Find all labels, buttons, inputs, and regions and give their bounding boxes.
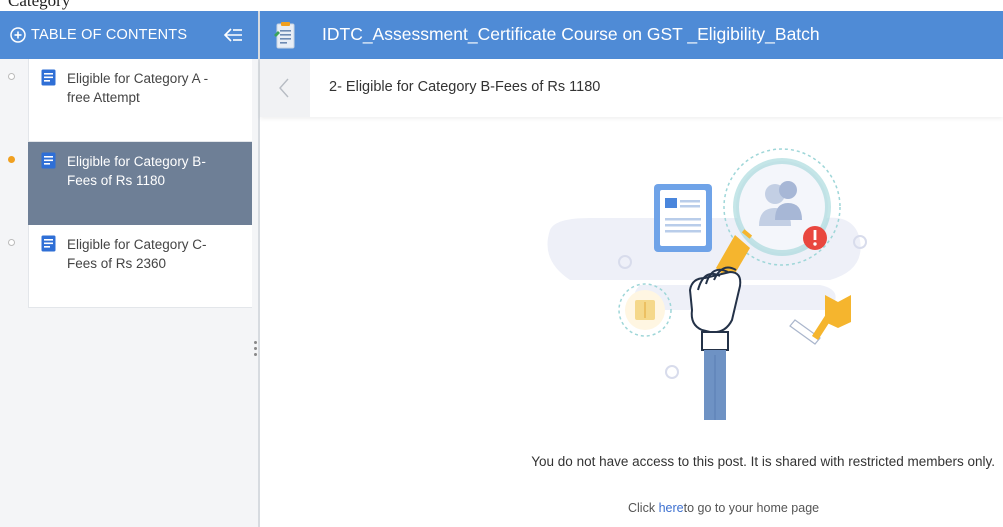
home-page-link[interactable]: here (659, 501, 684, 515)
chevron-left-icon (279, 78, 289, 98)
toc-item-label: Eligible for Category B-Fees of Rs 1180 (67, 154, 206, 188)
toc-list: Eligible for Category A -free Attempt El… (0, 59, 258, 308)
document-icon (41, 69, 56, 86)
home-hint-prefix: Click (628, 501, 659, 515)
toc-title: TABLE OF CONTENTS (31, 27, 188, 43)
home-hint-suffix: to go to your home page (683, 501, 820, 515)
restricted-access-message: You do not have access to this post. It … (531, 454, 995, 469)
toc-item-category-a[interactable]: Eligible for Category A -free Attempt (8, 59, 252, 142)
plus-circle-icon[interactable] (10, 27, 26, 43)
course-clipboard-icon (274, 22, 295, 49)
course-header: IDTC_Assessment_Certificate Course on GS… (260, 11, 1003, 59)
toc-bullet (8, 73, 15, 80)
toc-item-label: Eligible for Category A -free Attempt (67, 71, 209, 105)
collapse-sidebar-icon[interactable] (222, 24, 244, 46)
toc-bullet (8, 239, 15, 246)
toc-bullet-active (8, 156, 15, 163)
sidebar: TABLE OF CONTENTS Eligible for Category … (0, 11, 258, 527)
document-icon (41, 235, 56, 252)
toc-item-label: Eligible for Category C-Fees of Rs 2360 (67, 237, 207, 271)
toc-item-category-b[interactable]: Eligible for Category B-Fees of Rs 1180 (8, 142, 252, 225)
restricted-access-illustration (547, 148, 867, 420)
top-strip-text: Category (8, 0, 71, 10)
post-title-bar: 2- Eligible for Category B-Fees of Rs 11… (260, 59, 1003, 117)
document-icon (41, 152, 56, 169)
toc-item-category-c[interactable]: Eligible for Category C-Fees of Rs 2360 (8, 225, 252, 308)
back-button[interactable] (260, 59, 310, 117)
top-clipped-text: Category (0, 0, 1003, 11)
course-title: IDTC_Assessment_Certificate Course on GS… (322, 24, 820, 44)
sidebar-header: TABLE OF CONTENTS (0, 11, 258, 59)
post-title: 2- Eligible for Category B-Fees of Rs 11… (329, 79, 601, 95)
